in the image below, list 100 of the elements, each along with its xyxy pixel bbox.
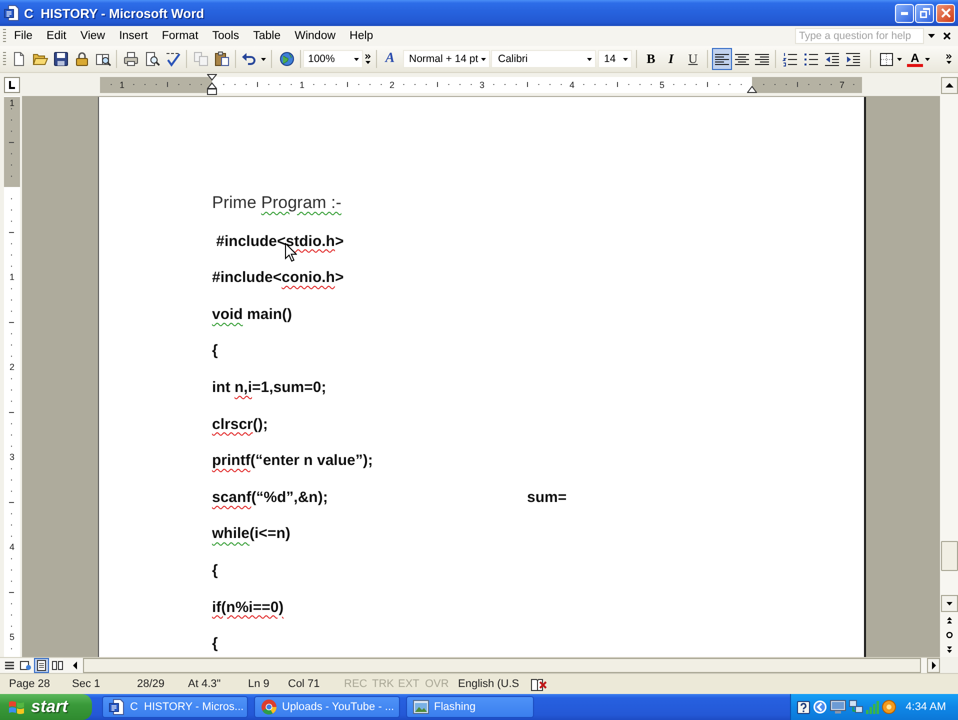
menu-item[interactable]: Help	[342, 27, 380, 45]
styles-button[interactable]: A	[381, 51, 399, 67]
restore-button[interactable]	[915, 4, 934, 22]
disc-icon[interactable]	[882, 700, 896, 714]
web-layout-icon[interactable]	[18, 658, 33, 673]
increase-indent-icon[interactable]	[844, 51, 860, 67]
toolbar-gripper[interactable]	[3, 52, 6, 66]
menu-item[interactable]: Format	[154, 27, 206, 45]
ruler-number: 5	[8, 631, 16, 643]
menu-item[interactable]: Tools	[205, 27, 246, 45]
style-field[interactable]: Normal + 14 pt	[403, 50, 490, 68]
ruler-number: 1	[299, 79, 305, 91]
code-line: #include<conio.h>	[212, 269, 344, 288]
book-magnifier-icon[interactable]	[94, 51, 110, 67]
code-line: if(n%i==0)	[212, 598, 284, 617]
menu-item[interactable]: Table	[246, 27, 288, 45]
note-text: sum=	[527, 488, 567, 507]
ruler-number: 3	[8, 451, 16, 463]
caret-icon[interactable]	[354, 58, 359, 60]
monitor-icon[interactable]	[830, 700, 846, 714]
restore-icon	[920, 8, 930, 18]
code-line: int n,i=1,sum=0;	[212, 378, 326, 397]
document-icon[interactable]	[4, 5, 20, 21]
picture-window-icon	[413, 699, 429, 715]
menu-item[interactable]: View	[73, 27, 112, 45]
status-text: At 4.3"	[188, 678, 221, 690]
status-text: Sec 1	[72, 678, 100, 690]
toolbar-gripper[interactable]	[3, 29, 6, 43]
code-line: scanf(“%d”,&n);	[212, 488, 328, 507]
code-line: {	[212, 562, 218, 580]
ruler-number: 4	[8, 541, 16, 553]
folder-icon[interactable]	[32, 51, 48, 67]
caret-icon[interactable]	[481, 58, 486, 60]
spelling-check-icon[interactable]	[164, 51, 180, 67]
reading-layout-icon[interactable]	[50, 658, 65, 673]
globe-icon[interactable]	[278, 51, 294, 67]
start-button[interactable]: start	[0, 694, 92, 720]
task-button[interactable]: Uploads - YouTube - ...	[254, 696, 400, 718]
caret-icon[interactable]	[896, 58, 902, 60]
bold-button[interactable]: B	[641, 49, 661, 69]
network-icon[interactable]	[849, 700, 863, 714]
scrollbar-thumb[interactable]	[83, 658, 921, 673]
caret-icon[interactable]	[928, 34, 935, 38]
underline-button[interactable]: U	[683, 49, 703, 69]
window-title: C HISTORY - Microsoft Word	[24, 6, 204, 20]
right-indent-icon[interactable]	[747, 86, 757, 93]
ruler-number: 2	[8, 361, 16, 373]
caret-icon[interactable]	[260, 58, 266, 60]
toolbar-options-icon[interactable]	[946, 54, 952, 64]
menu-item[interactable]: Window	[288, 27, 343, 45]
status-text: Ln 9	[248, 678, 270, 690]
italic-button[interactable]: I	[661, 49, 681, 69]
font-color-button[interactable]: A	[907, 52, 923, 66]
caret-icon[interactable]	[924, 58, 930, 60]
help-icon[interactable]	[797, 700, 810, 714]
back-chevron-icon[interactable]	[813, 700, 827, 714]
bullet-list-icon[interactable]	[802, 51, 818, 67]
toolbar-options-icon[interactable]	[364, 54, 370, 64]
print-layout-icon[interactable]	[34, 658, 49, 673]
decrease-indent-icon[interactable]	[824, 51, 840, 67]
minimize-icon	[901, 12, 908, 14]
indent-marker-icon[interactable]	[207, 74, 217, 95]
menu-item[interactable]: File	[7, 27, 40, 45]
document-icon	[109, 699, 125, 715]
code-line: printf(“enter n value”);	[212, 452, 373, 470]
ruler-number: 4	[569, 79, 575, 91]
scroll-down-icon[interactable]	[940, 595, 958, 612]
status-text: 28/29	[137, 678, 165, 690]
status-text: Page 28	[9, 678, 50, 690]
left-tab-icon[interactable]	[4, 77, 20, 93]
ruler-number: 1	[8, 271, 16, 283]
clipboard-icon[interactable]	[214, 51, 230, 67]
menu-item[interactable]: Edit	[40, 27, 74, 45]
close-icon[interactable]	[943, 32, 951, 40]
scrollbar-thumb[interactable]	[940, 541, 958, 571]
zoom-field[interactable]: 100%	[303, 50, 363, 68]
padlock-icon[interactable]	[74, 51, 90, 67]
close-icon	[940, 8, 950, 18]
undo-arrow-icon[interactable]	[241, 51, 257, 67]
scroll-up-icon[interactable]	[940, 77, 958, 94]
minimize-button[interactable]	[895, 4, 914, 22]
caret-icon[interactable]	[623, 58, 628, 60]
close-button[interactable]	[936, 4, 955, 22]
windows-flag-icon	[8, 699, 26, 715]
page-magnifier-icon[interactable]	[144, 51, 160, 67]
ruler-number: 1	[8, 97, 16, 109]
spelling-book-icon[interactable]	[530, 678, 548, 690]
code-line: {	[212, 635, 218, 654]
printer-icon[interactable]	[122, 51, 138, 67]
caret-icon[interactable]	[587, 58, 592, 60]
font-size-field[interactable]: 14	[598, 50, 632, 68]
border-icon[interactable]	[878, 52, 894, 66]
font-field[interactable]: Calibri	[491, 50, 596, 68]
clock: 4:34 AM	[906, 701, 946, 713]
align-left-icon[interactable]	[712, 48, 732, 70]
help-search-field[interactable]: Type a question for help	[795, 28, 924, 44]
ruler-number: 3	[479, 79, 485, 91]
menu-item[interactable]: Insert	[112, 27, 155, 45]
scroll-right-icon[interactable]	[927, 658, 940, 673]
numbered-list-icon[interactable]	[782, 51, 798, 67]
